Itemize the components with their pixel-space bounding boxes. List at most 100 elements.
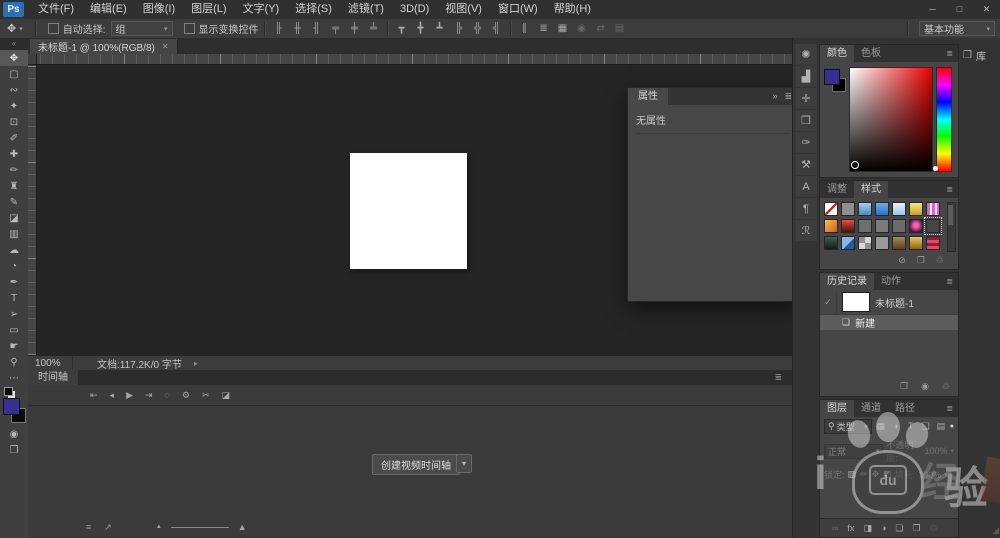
current-tool-button[interactable]: ✥ ▾ bbox=[0, 22, 30, 35]
distribute-right-edges-icon[interactable]: ╣ bbox=[489, 23, 505, 34]
menu-image[interactable]: 图像(I) bbox=[135, 0, 183, 19]
delete-layer-icon[interactable]: ♲ bbox=[930, 523, 938, 534]
style-swatch[interactable] bbox=[841, 236, 855, 250]
auto-align-icon[interactable]: ▦ bbox=[555, 23, 571, 34]
style-swatch[interactable] bbox=[824, 219, 838, 233]
new-layer-icon[interactable]: ❐ bbox=[912, 523, 920, 534]
tab-adjustments[interactable]: 调整 bbox=[820, 181, 854, 198]
tab-history[interactable]: 历史记录 bbox=[820, 273, 874, 290]
history-brush-tool[interactable]: ✎ bbox=[0, 194, 28, 210]
menu-type[interactable]: 文字(Y) bbox=[235, 0, 288, 19]
menu-select[interactable]: 选择(S) bbox=[287, 0, 340, 19]
3d-drag-icon[interactable]: ▤ bbox=[612, 23, 628, 34]
style-swatch[interactable] bbox=[824, 236, 838, 250]
style-swatch[interactable] bbox=[892, 236, 906, 250]
panel-menu-icon[interactable]: ≣ bbox=[946, 277, 958, 286]
show-transform-checkbox[interactable] bbox=[184, 23, 195, 34]
close-tab-icon[interactable]: ✕ bbox=[162, 42, 169, 51]
minimize-button[interactable]: ─ bbox=[919, 0, 946, 19]
frame-rate-icon[interactable]: ≡ bbox=[86, 522, 91, 533]
menu-edit[interactable]: 编辑(E) bbox=[82, 0, 135, 19]
align-right-edges-icon[interactable]: ╢ bbox=[309, 23, 325, 34]
gradient-tool[interactable]: ▥ bbox=[0, 226, 28, 242]
status-flyout-icon[interactable]: ▸ bbox=[194, 359, 198, 368]
timeline-menu-icon[interactable]: ≣ bbox=[774, 372, 792, 383]
libraries-panel-tab[interactable]: ❒ 库 bbox=[963, 48, 986, 63]
adjustments-icon[interactable]: ✺ bbox=[795, 44, 817, 66]
brush-icon[interactable]: ✑ bbox=[795, 132, 817, 154]
3d-rotate-icon[interactable]: ◉ bbox=[574, 23, 590, 34]
timeline-zoom-in-icon[interactable]: ▲ bbox=[238, 522, 247, 532]
new-document-from-state-button[interactable]: ❐ bbox=[900, 381, 908, 392]
brush-tool[interactable]: ✏ bbox=[0, 162, 28, 178]
default-colors-icon[interactable] bbox=[4, 387, 13, 396]
collapse-panel-icon[interactable]: » bbox=[772, 91, 777, 102]
quick-selection-tool[interactable]: ✦ bbox=[0, 98, 28, 114]
timeline-zoom-slider[interactable] bbox=[171, 527, 229, 528]
3d-roll-icon[interactable]: ⇄ bbox=[593, 23, 609, 34]
menu-file[interactable]: 文件(F) bbox=[30, 0, 82, 19]
style-swatch[interactable] bbox=[892, 202, 906, 216]
path-selection-tool[interactable]: ➢ bbox=[0, 306, 28, 322]
style-swatch[interactable] bbox=[909, 219, 923, 233]
character-icon[interactable]: A bbox=[795, 176, 817, 198]
glyphs-icon[interactable]: ℛ bbox=[795, 220, 817, 242]
style-swatch[interactable] bbox=[926, 236, 940, 250]
style-swatch[interactable] bbox=[875, 236, 889, 250]
menu-window[interactable]: 窗口(W) bbox=[490, 0, 546, 19]
timeline-type-dropdown[interactable]: ▾ bbox=[456, 454, 472, 473]
hue-slider-handle[interactable] bbox=[933, 166, 938, 171]
workspace-switcher[interactable]: 基本功能 ▾ bbox=[919, 21, 995, 36]
tab-actions[interactable]: 动作 bbox=[874, 273, 908, 290]
screen-mode-button[interactable]: ❐ bbox=[0, 442, 28, 458]
tool-presets-icon[interactable]: ⚒ bbox=[795, 154, 817, 176]
clone-source-icon[interactable]: ❐ bbox=[795, 110, 817, 132]
clone-stamp-tool[interactable]: ♜ bbox=[0, 178, 28, 194]
distribute-bottom-edges-icon[interactable]: ┻ bbox=[432, 23, 448, 34]
layer-mask-icon[interactable]: ◨ bbox=[863, 523, 872, 534]
split-clip-button[interactable]: ✂ bbox=[202, 390, 210, 401]
auto-select-dropdown[interactable]: 组 ▾ bbox=[111, 21, 173, 36]
align-top-edges-icon[interactable]: ╤ bbox=[328, 23, 344, 34]
foreground-color-swatch[interactable] bbox=[3, 398, 20, 415]
panel-menu-icon[interactable]: ≣ bbox=[946, 49, 958, 58]
align-vertical-centers-icon[interactable]: ╪ bbox=[347, 23, 363, 34]
menu-help[interactable]: 帮助(H) bbox=[546, 0, 599, 19]
play-button[interactable]: ▶ bbox=[126, 390, 133, 401]
style-swatch[interactable] bbox=[909, 236, 923, 250]
marquee-tool[interactable]: ▢ bbox=[0, 66, 28, 82]
style-swatch[interactable] bbox=[909, 202, 923, 216]
audio-mute-button[interactable]: ◌ bbox=[165, 390, 170, 400]
document-canvas[interactable] bbox=[350, 153, 467, 269]
shortcut-arrow-icon[interactable]: ↗ bbox=[104, 522, 112, 533]
style-swatch[interactable] bbox=[841, 219, 855, 233]
tab-styles[interactable]: 样式 bbox=[854, 181, 888, 198]
tab-color[interactable]: 颜色 bbox=[820, 45, 854, 62]
edit-toolbar-button[interactable]: ⋯ bbox=[0, 370, 28, 386]
distribute-horizontal-space-icon[interactable]: ∥ bbox=[517, 23, 533, 34]
timeline-settings-button[interactable]: ⚙ bbox=[182, 390, 190, 401]
blur-tool[interactable]: ☁ bbox=[0, 242, 28, 258]
align-bottom-edges-icon[interactable]: ╧ bbox=[366, 23, 382, 34]
first-frame-button[interactable]: ⇤ bbox=[90, 390, 98, 401]
distribute-horizontal-centers-icon[interactable]: ╬ bbox=[470, 23, 486, 34]
lasso-tool[interactable]: ∾ bbox=[0, 82, 28, 98]
maximize-button[interactable]: □ bbox=[946, 0, 973, 19]
color-picker-handle[interactable] bbox=[851, 161, 859, 169]
style-swatch[interactable] bbox=[858, 219, 872, 233]
tab-timeline[interactable]: 时间轴 bbox=[28, 370, 78, 385]
history-snapshot-row[interactable]: ✓ 未标题-1 bbox=[820, 290, 958, 315]
healing-brush-tool[interactable]: ✚ bbox=[0, 146, 28, 162]
foreground-color-swatch[interactable] bbox=[824, 69, 840, 85]
style-swatch[interactable] bbox=[824, 202, 838, 216]
tab-properties[interactable]: 属性 bbox=[628, 88, 668, 105]
panel-menu-icon[interactable]: ≣ bbox=[946, 185, 958, 194]
shape-tool[interactable]: ▭ bbox=[0, 322, 28, 338]
clear-style-button[interactable]: ⊘ bbox=[898, 255, 906, 266]
style-swatch[interactable] bbox=[926, 219, 940, 233]
hand-tool[interactable]: ☛ bbox=[0, 338, 28, 354]
style-swatch[interactable] bbox=[858, 236, 872, 250]
menu-layer[interactable]: 图层(L) bbox=[183, 0, 234, 19]
previous-frame-button[interactable]: ◂ bbox=[110, 390, 115, 401]
delete-state-button[interactable]: ♲ bbox=[942, 381, 950, 392]
